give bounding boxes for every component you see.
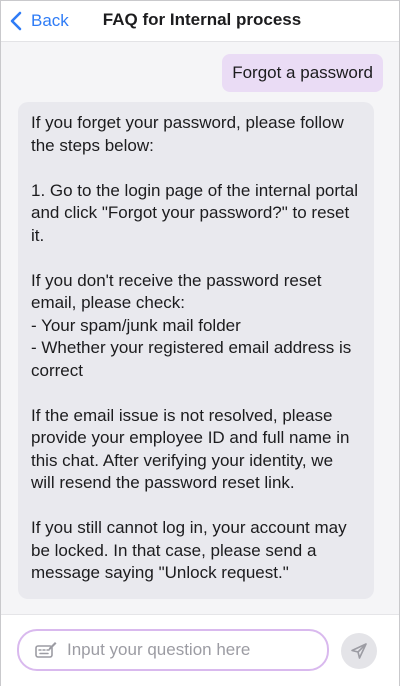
- chat-area[interactable]: Forgot a password If you forget your pas…: [1, 42, 399, 614]
- page-title: FAQ for Internal process: [102, 10, 302, 29]
- bot-paragraph: - Whether your registered email address …: [31, 338, 352, 380]
- send-icon: [351, 643, 367, 659]
- bot-paragraph: 1. Go to the login page of the internal …: [31, 180, 359, 245]
- bot-paragraph: If you still cannot log in, your account…: [31, 518, 347, 582]
- bot-message-bubble: If you forget your password, please foll…: [18, 102, 374, 599]
- app-frame: Back FAQ for Internal process Forgot a p…: [0, 0, 400, 686]
- user-message-bubble: Forgot a password: [222, 54, 383, 92]
- bot-line: If you don't receive the password reset …: [31, 270, 322, 313]
- input-placeholder: Input your question here: [67, 640, 251, 659]
- bot-paragraph: If you don't receive the password reset …: [31, 270, 361, 315]
- send-button[interactable]: [341, 633, 377, 669]
- input-bar: Input your question here: [1, 614, 399, 686]
- keyboard-pencil-icon: [35, 642, 57, 658]
- header: Back FAQ for Internal process: [1, 1, 399, 42]
- bot-line: - Your spam/junk mail folder: [31, 315, 241, 335]
- question-input[interactable]: Input your question here: [17, 629, 329, 671]
- bot-paragraph: If the email issue is not resolved, plea…: [31, 405, 350, 493]
- bot-paragraph: If you forget your password, please foll…: [31, 113, 344, 155]
